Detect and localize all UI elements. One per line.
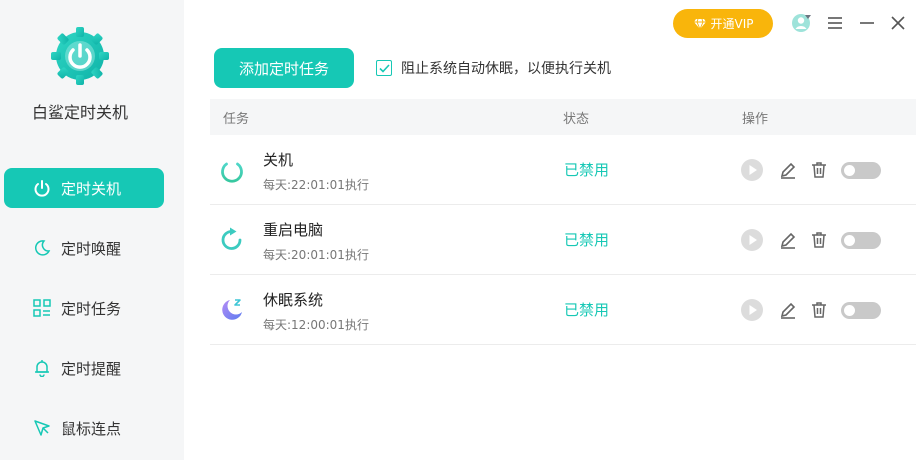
toggle-knob bbox=[844, 235, 855, 246]
play-icon[interactable] bbox=[739, 297, 765, 323]
menu-icon[interactable] bbox=[823, 11, 847, 35]
sidebar-item-label: 定时提醒 bbox=[61, 359, 122, 378]
close-icon[interactable] bbox=[886, 11, 910, 35]
header-actions: 操作 bbox=[742, 112, 769, 127]
prevent-sleep-label: 阻止系统自动休眠，以便执行关机 bbox=[401, 61, 611, 77]
header-status: 状态 bbox=[563, 112, 590, 127]
moon-icon bbox=[31, 237, 53, 259]
checkmark-icon bbox=[378, 63, 390, 73]
task-name: 重启电脑 bbox=[263, 221, 324, 239]
sidebar-item-label: 定时关机 bbox=[61, 179, 122, 198]
app-window: 白鲨定时关机 定时关机 定时唤醒 定时任务 定时提醒 鼠标连点 开通VIP 添加… bbox=[0, 0, 920, 460]
play-icon[interactable] bbox=[739, 157, 765, 183]
status-badge: 已禁用 bbox=[564, 161, 610, 179]
sidebar-item-tasks[interactable]: 定时任务 bbox=[4, 288, 164, 328]
add-task-button[interactable]: 添加定时任务 bbox=[214, 48, 354, 88]
diamond-icon bbox=[693, 18, 706, 30]
sidebar: 白鲨定时关机 定时关机 定时唤醒 定时任务 定时提醒 鼠标连点 bbox=[0, 0, 184, 460]
task-schedule: 每天:22:01:01执行 bbox=[263, 178, 369, 192]
status-badge: 已禁用 bbox=[564, 231, 610, 249]
power-icon bbox=[218, 156, 246, 184]
toggle-knob bbox=[844, 165, 855, 176]
grid-list-icon bbox=[31, 297, 53, 319]
edit-icon[interactable] bbox=[775, 157, 801, 183]
prevent-sleep-checkbox[interactable] bbox=[376, 60, 392, 76]
task-name: 关机 bbox=[263, 151, 294, 169]
app-name: 白鲨定时关机 bbox=[31, 103, 128, 122]
table-row: 重启电脑 每天:20:01:01执行 已禁用 bbox=[210, 205, 916, 275]
vip-label: 开通VIP bbox=[710, 17, 754, 31]
sidebar-item-label: 定时任务 bbox=[61, 299, 122, 318]
table-header: 任务 状态 操作 bbox=[210, 99, 916, 135]
table-row: 休眠系统 每天:12:00:01执行 已禁用 bbox=[210, 275, 916, 345]
cursor-click-icon bbox=[31, 417, 53, 439]
delete-icon[interactable] bbox=[806, 157, 832, 183]
user-avatar-icon[interactable] bbox=[790, 11, 814, 35]
restart-icon bbox=[218, 226, 246, 254]
sidebar-item-reminder[interactable]: 定时提醒 bbox=[4, 348, 164, 388]
sidebar-item-label: 定时唤醒 bbox=[61, 239, 122, 258]
enable-toggle[interactable] bbox=[841, 302, 881, 319]
app-logo bbox=[49, 25, 111, 87]
enable-toggle[interactable] bbox=[841, 232, 881, 249]
sidebar-item-mouse-clicker[interactable]: 鼠标连点 bbox=[4, 408, 164, 448]
enable-toggle[interactable] bbox=[841, 162, 881, 179]
status-badge: 已禁用 bbox=[564, 301, 610, 319]
sleep-moon-icon bbox=[218, 296, 246, 324]
minimize-icon[interactable] bbox=[855, 11, 879, 35]
sidebar-item-wakeup[interactable]: 定时唤醒 bbox=[4, 228, 164, 268]
task-name: 休眠系统 bbox=[263, 291, 324, 309]
edit-icon[interactable] bbox=[775, 297, 801, 323]
delete-icon[interactable] bbox=[806, 227, 832, 253]
power-icon bbox=[31, 177, 53, 199]
sidebar-item-shutdown[interactable]: 定时关机 bbox=[4, 168, 164, 208]
task-schedule: 每天:20:01:01执行 bbox=[263, 248, 369, 262]
vip-button[interactable]: 开通VIP bbox=[673, 9, 773, 38]
prevent-sleep-option[interactable]: 阻止系统自动休眠，以便执行关机 bbox=[376, 58, 611, 78]
delete-icon[interactable] bbox=[806, 297, 832, 323]
toggle-knob bbox=[844, 305, 855, 316]
table-row: 关机 每天:22:01:01执行 已禁用 bbox=[210, 135, 916, 205]
sidebar-item-label: 鼠标连点 bbox=[61, 419, 122, 438]
task-schedule: 每天:12:00:01执行 bbox=[263, 318, 369, 332]
play-icon[interactable] bbox=[739, 227, 765, 253]
edit-icon[interactable] bbox=[775, 227, 801, 253]
bell-icon bbox=[31, 357, 53, 379]
header-task: 任务 bbox=[223, 112, 250, 127]
